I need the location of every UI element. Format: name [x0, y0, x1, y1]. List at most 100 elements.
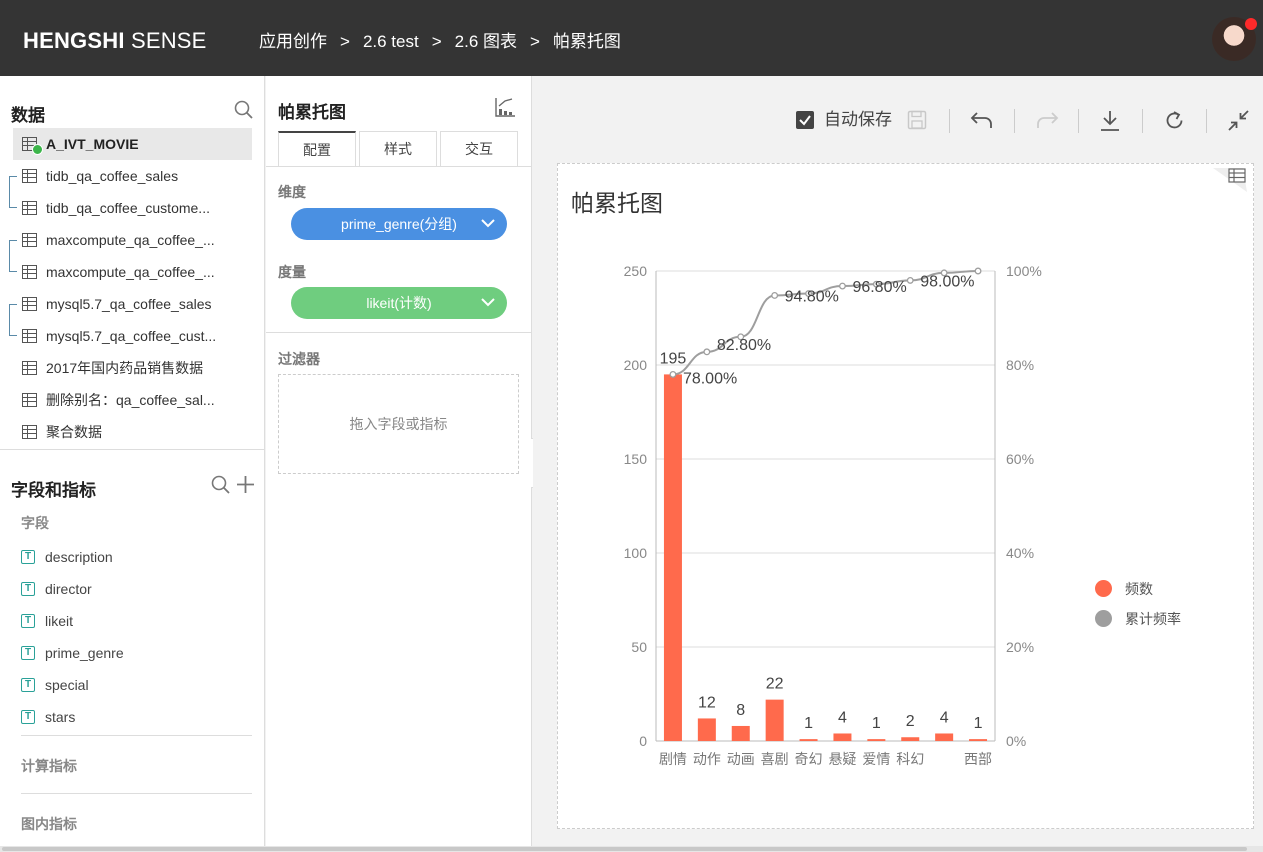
dataset-label: A_IVT_MOVIE — [46, 136, 139, 152]
field-item[interactable]: Tspecial — [21, 673, 89, 697]
dataset-item[interactable]: A_IVT_MOVIE — [13, 128, 252, 160]
divider — [21, 793, 252, 794]
dataset-label: mysql5.7_qa_coffee_sales — [46, 296, 212, 312]
dataset-label: tidb_qa_coffee_custome... — [46, 200, 210, 216]
add-icon[interactable] — [236, 475, 255, 499]
divider — [266, 332, 532, 333]
bar — [765, 699, 784, 741]
breadcrumb-item[interactable]: 2.6 图表 — [455, 32, 517, 51]
bar-value-label: 1 — [974, 715, 983, 732]
autosave-checkbox[interactable] — [796, 111, 814, 129]
dimension-pill[interactable]: prime_genre(分组) — [291, 208, 507, 240]
measure-pill[interactable]: likeit(计数) — [291, 287, 507, 319]
y2-tick-label: 40% — [1006, 545, 1034, 561]
dataset-label: 聚合数据 — [46, 424, 102, 440]
cumulative-label: 96.80% — [852, 279, 906, 296]
field-item[interactable]: Tprime_genre — [21, 641, 124, 665]
tab-style[interactable]: 样式 — [359, 131, 437, 167]
field-label: director — [45, 581, 92, 597]
toolbar-separator — [1078, 109, 1079, 133]
y2-tick-label: 60% — [1006, 451, 1034, 467]
cumulative-point — [974, 267, 982, 275]
autosave-toggle[interactable]: 自动保存 — [796, 109, 892, 131]
fields-label: 字段 — [21, 515, 49, 531]
field-item[interactable]: Tstars — [21, 705, 75, 729]
tab-config[interactable]: 配置 — [278, 131, 356, 167]
save-icon[interactable] — [907, 110, 927, 135]
field-item[interactable]: Tlikeit — [21, 609, 73, 633]
divider — [0, 449, 265, 450]
field-item[interactable]: Tdescription — [21, 545, 113, 569]
bar — [969, 739, 988, 741]
undo-icon[interactable] — [970, 110, 994, 135]
field-label: likeit — [45, 613, 74, 629]
breadcrumb-separator: > — [431, 32, 442, 51]
dataset-item[interactable]: mysql5.7_qa_coffee_cust... — [13, 320, 252, 352]
bar — [833, 733, 852, 741]
divider — [21, 735, 252, 736]
y-tick-label: 250 — [624, 263, 648, 279]
bar — [663, 374, 682, 741]
scrollbar-thumb[interactable] — [2, 847, 1247, 851]
dataset-item[interactable]: mysql5.7_qa_coffee_sales — [13, 288, 252, 320]
tab-interaction[interactable]: 交互 — [440, 131, 518, 167]
field-label: special — [45, 677, 89, 693]
filter-dropzone[interactable]: 拖入字段或指标 — [278, 374, 519, 474]
field-item[interactable]: Tdirector — [21, 577, 92, 601]
breadcrumb: 应用创作 >2.6 test >2.6 图表 > 帕累托图 — [259, 31, 621, 53]
config-tabs: 配置 样式 交互 — [278, 131, 518, 167]
inner-metrics-label[interactable]: 图内指标 — [21, 814, 77, 834]
legend-item-cumulative[interactable]: 累计频率 — [1095, 609, 1181, 639]
table-icon — [22, 169, 37, 183]
data-panel: 数据 A_IVT_MOVIE tidb_qa_coffee_sales tidb_q… — [0, 76, 265, 846]
dataset-label: maxcompute_qa_coffee_... — [46, 232, 215, 248]
dataset-item[interactable]: 聚合数据 — [13, 416, 252, 448]
search-icon[interactable] — [234, 100, 254, 125]
bar-value-label: 4 — [838, 709, 847, 726]
cumulative-label: 94.80% — [785, 288, 839, 305]
breadcrumb-item[interactable]: 2.6 test — [363, 32, 419, 51]
dataset-item[interactable]: maxcompute_qa_coffee_... — [13, 256, 252, 288]
table-icon — [22, 297, 37, 311]
download-icon[interactable] — [1100, 110, 1120, 137]
y2-tick-label: 100% — [1006, 263, 1042, 279]
bar-value-label: 2 — [906, 713, 915, 730]
calc-metrics-label[interactable]: 计算指标 — [21, 756, 77, 776]
chevron-down-icon[interactable] — [481, 287, 495, 307]
x-tick-label: 喜剧 — [761, 751, 789, 767]
cumulative-label: 78.00% — [683, 370, 737, 387]
refresh-icon[interactable] — [1164, 110, 1185, 136]
chevron-down-icon[interactable] — [481, 208, 495, 228]
dataset-item[interactable]: 删除别名：qa_coffee_sal... — [13, 384, 252, 416]
legend-item-frequency[interactable]: 频数 — [1095, 579, 1181, 609]
table-icon — [22, 425, 37, 439]
y-tick-label: 150 — [624, 451, 648, 467]
dataset-label: maxcompute_qa_coffee_... — [46, 264, 215, 280]
search-icon[interactable] — [211, 475, 231, 500]
y2-tick-label: 80% — [1006, 357, 1034, 373]
horizontal-scrollbar[interactable] — [0, 846, 1263, 852]
top-bar: HENGSHI SENSE 应用创作 >2.6 test >2.6 图表 > 帕累托图 — [0, 0, 1263, 76]
chart-card[interactable]: 帕累托图 0 50 100 150 200 250 0% 20% 40% 60% 80% 100% 19… — [557, 163, 1254, 829]
collapse-icon[interactable] — [1228, 110, 1249, 136]
redo-icon[interactable] — [1035, 110, 1059, 135]
data-panel-title: 数据 — [11, 106, 45, 125]
app-logo[interactable]: HENGSHI SENSE — [23, 28, 207, 54]
chart-type-title: 帕累托图 — [278, 103, 346, 122]
link-bracket — [9, 240, 17, 272]
legend-marker — [1095, 610, 1112, 627]
breadcrumb-item[interactable]: 应用创作 — [259, 32, 327, 51]
dataset-item[interactable]: maxcompute_qa_coffee_... — [13, 224, 252, 256]
y-tick-label: 100 — [624, 545, 648, 561]
pareto-chart[interactable]: 0501001502002500%20%40%60%80%100%195剧情12… — [558, 164, 1255, 830]
toolbar-separator — [1206, 109, 1207, 133]
x-tick-label: 悬疑 — [828, 751, 856, 767]
breadcrumb-current: 帕累托图 — [552, 32, 621, 51]
text-type-icon: T — [21, 710, 35, 724]
dataset-item[interactable]: tidb_qa_coffee_sales — [13, 160, 252, 192]
dataset-item[interactable]: 2017年国内药品销售数据 — [13, 352, 252, 384]
legend-label: 累计频率 — [1125, 611, 1181, 627]
chart-type-icon[interactable] — [494, 96, 516, 123]
dataset-item[interactable]: tidb_qa_coffee_custome... — [13, 192, 252, 224]
table-icon — [22, 393, 37, 407]
